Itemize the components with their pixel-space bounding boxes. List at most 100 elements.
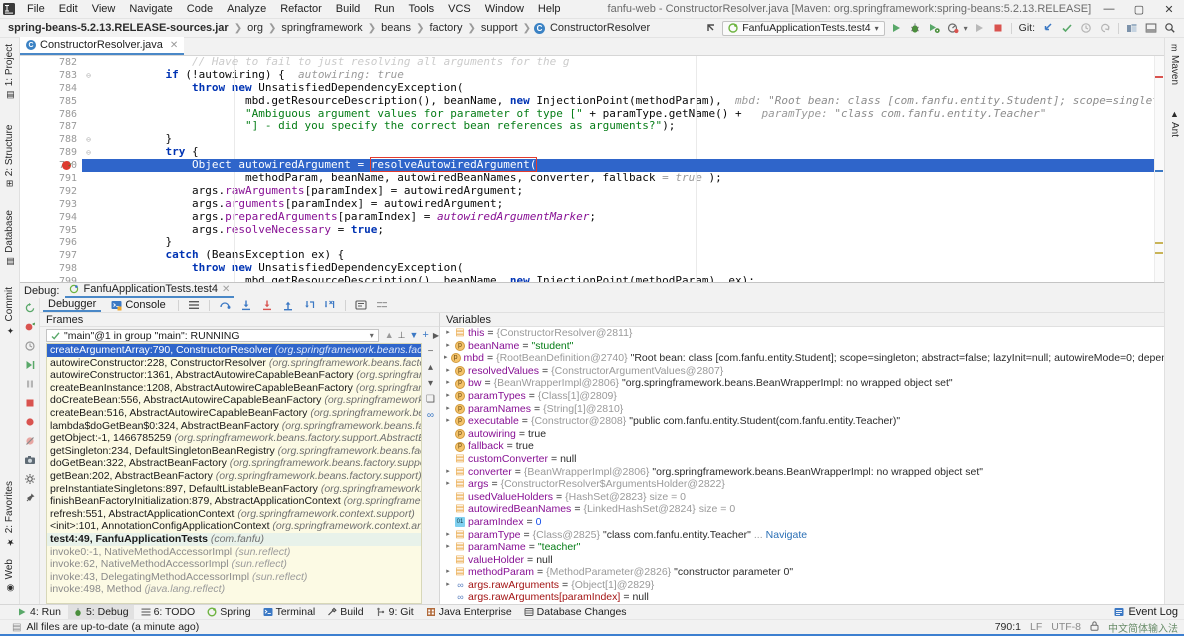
expand-arrow-icon[interactable]: ▸ bbox=[444, 579, 452, 592]
menu-refactor[interactable]: Refactor bbox=[273, 1, 329, 17]
chevron-down-icon[interactable]: ▾ bbox=[875, 24, 879, 33]
stop-icon[interactable] bbox=[22, 395, 38, 411]
expand-arrow-icon[interactable]: ▸ bbox=[444, 327, 452, 340]
bottom-tab-terminal[interactable]: Terminal bbox=[258, 605, 321, 620]
stack-frame[interactable]: invoke:62, NativeMethodAccessorImpl (sun… bbox=[47, 558, 421, 571]
code-line[interactable]: Object autowiredArgument = resolveAutowi… bbox=[82, 157, 1164, 173]
menu-tools[interactable]: Tools bbox=[401, 1, 441, 17]
expand-arrow-icon[interactable]: ▸ bbox=[444, 566, 452, 579]
menu-edit[interactable]: Edit bbox=[52, 1, 85, 17]
variable-row[interactable]: ▸ p paramTypes = {Class[1]@2809} bbox=[440, 390, 1164, 403]
variable-row[interactable]: ▸ p paramNames = {String[1]@2810} bbox=[440, 403, 1164, 416]
menu-analyze[interactable]: Analyze bbox=[220, 1, 273, 17]
breadcrumb-file[interactable]: ConstructorResolver bbox=[548, 22, 652, 34]
step-over-icon[interactable] bbox=[217, 297, 233, 313]
variable-row[interactable]: ▸ ∞ args.rawArguments = {Object[1]@2829} bbox=[440, 579, 1164, 592]
bottom-tab-git[interactable]: 9: Git bbox=[371, 605, 419, 620]
sidebar-item-favorites[interactable]: ★ 2: Favorites bbox=[4, 475, 15, 552]
git-commit-icon[interactable] bbox=[1059, 20, 1075, 36]
tab-debugger[interactable]: Debugger bbox=[43, 298, 102, 312]
variable-row[interactable]: ▤ customConverter = null bbox=[440, 453, 1164, 466]
sidebar-item-ant[interactable]: ▲ Ant bbox=[1169, 103, 1180, 143]
breadcrumb-support[interactable]: support bbox=[479, 22, 520, 34]
stop-button[interactable] bbox=[990, 20, 1006, 36]
stack-frame[interactable]: invoke:43, DelegatingMethodAccessorImpl … bbox=[47, 571, 421, 584]
code-line[interactable]: mbd.getResourceDescription(), beanName, … bbox=[82, 274, 1164, 282]
source-code[interactable]: // Have to fail to just resolving all ar… bbox=[82, 56, 1164, 282]
up-icon[interactable]: ▴ bbox=[428, 362, 433, 373]
chevron-down-icon[interactable]: ▾ bbox=[370, 331, 374, 340]
menu-build[interactable]: Build bbox=[329, 1, 367, 17]
back-arrow-icon[interactable] bbox=[703, 20, 719, 36]
drop-frame-icon[interactable] bbox=[301, 297, 317, 313]
editor-scroll-markers[interactable] bbox=[1154, 56, 1164, 282]
filter-icon[interactable]: ▼ bbox=[409, 330, 418, 340]
stack-frame[interactable]: getObject:-1, 1466785259 (org.springfram… bbox=[47, 432, 421, 445]
stack-frame[interactable]: invoke:498, Method (java.lang.reflect) bbox=[47, 583, 421, 596]
ime-indicator[interactable]: 中文简体输入法 bbox=[1108, 620, 1178, 635]
expand-arrow-icon[interactable]: ▸ bbox=[444, 403, 452, 416]
variable-row[interactable]: ▸ ▤ converter = {BeanWrapperImpl@2806} "org.s… bbox=[440, 466, 1164, 479]
breadcrumb-root[interactable]: spring-beans-5.2.13.RELEASE-sources.jar bbox=[6, 22, 231, 34]
code-line[interactable]: "] - did you specify the correct bean re… bbox=[82, 120, 1164, 133]
menu-vcs[interactable]: VCS bbox=[441, 1, 478, 17]
git-history-icon[interactable] bbox=[1078, 20, 1094, 36]
variable-row[interactable]: ▸ p beanName = "student" bbox=[440, 340, 1164, 353]
variable-row[interactable]: 01 paramIndex = 0 bbox=[440, 516, 1164, 529]
stack-frame[interactable]: invoke0:-1, NativeMethodAccessorImpl (su… bbox=[47, 546, 421, 559]
variables-list[interactable]: ▸ ▤ this = {ConstructorResolver@2811} ▸ p beanN… bbox=[440, 327, 1164, 604]
rerun-icon[interactable] bbox=[22, 300, 38, 316]
variable-row[interactable]: ▸ ▤ this = {ConstructorResolver@2811} bbox=[440, 327, 1164, 340]
editor-tab-constructorresolver[interactable]: C ConstructorResolver.java ✕ bbox=[20, 37, 185, 55]
close-icon[interactable]: ✕ bbox=[170, 40, 178, 51]
git-revert-icon[interactable] bbox=[1097, 20, 1113, 36]
build-project-icon[interactable] bbox=[1124, 20, 1140, 36]
expand-arrow-icon[interactable]: ▸ bbox=[444, 529, 452, 542]
stack-frame[interactable]: autowireConstructor:228, ConstructorReso… bbox=[47, 357, 421, 370]
thread-selector[interactable]: "main"@1 in group "main": RUNNING ▾ bbox=[46, 329, 379, 342]
bottom-tab-todo[interactable]: 6: TODO bbox=[136, 605, 201, 620]
sidebar-item-project[interactable]: ▤ 1: Project bbox=[4, 38, 15, 105]
code-line[interactable]: } bbox=[82, 132, 1164, 146]
sidebar-item-commit[interactable]: ✦ Commit bbox=[4, 281, 15, 340]
stack-up-icon[interactable]: ▲ bbox=[385, 330, 394, 340]
code-area[interactable]: 782783⊖784785786787788⊖789⊖790✓791792793… bbox=[20, 56, 1164, 282]
breadcrumb-factory[interactable]: factory bbox=[427, 22, 464, 34]
step-into-icon[interactable] bbox=[238, 297, 254, 313]
debug-session-tab[interactable]: FanfuApplicationTests.test4 ✕ bbox=[65, 283, 235, 298]
variable-row[interactable]: ▤ usedValueHolders = {HashSet@2823} size = 0 bbox=[440, 491, 1164, 504]
stack-frame[interactable]: createBeanInstance:1208, AbstractAutowir… bbox=[47, 382, 421, 395]
profile-chevron-icon[interactable]: ▾ bbox=[964, 24, 968, 33]
sidebar-item-web[interactable]: ◉ Web bbox=[4, 553, 15, 598]
variable-row[interactable]: p autowiring = true bbox=[440, 428, 1164, 441]
variable-row[interactable]: ▸ ▤ paramName = "teacher" bbox=[440, 541, 1164, 554]
expand-arrow-icon[interactable]: ▸ bbox=[444, 352, 448, 365]
call-stack-list[interactable]: createArgumentArray:790, ConstructorReso… bbox=[46, 343, 422, 604]
menu-file[interactable]: File bbox=[20, 1, 52, 17]
copy-icon[interactable]: ❏ bbox=[426, 394, 435, 405]
breadcrumb-springframework[interactable]: springframework bbox=[279, 22, 364, 34]
minus-icon[interactable]: − bbox=[428, 346, 434, 357]
expand-arrow-icon[interactable]: ▸ bbox=[444, 415, 452, 428]
sidebar-item-maven[interactable]: m Maven bbox=[1169, 38, 1180, 91]
menu-code[interactable]: Code bbox=[180, 1, 220, 17]
settings-icon[interactable] bbox=[22, 471, 38, 487]
menu-window[interactable]: Window bbox=[478, 1, 531, 17]
minimize-button[interactable]: — bbox=[1094, 0, 1124, 19]
step-out-icon[interactable] bbox=[280, 297, 296, 313]
sidebar-item-structure[interactable]: ⊞ 2: Structure bbox=[4, 119, 15, 193]
close-button[interactable]: ✕ bbox=[1154, 0, 1184, 19]
code-line[interactable]: // Have to fail to just resolving all ar… bbox=[82, 56, 1164, 69]
git-update-icon[interactable] bbox=[1040, 20, 1056, 36]
variable-row[interactable]: ▸ ▤ args = {ConstructorResolver$ArgumentsHol… bbox=[440, 478, 1164, 491]
bottom-tab-spring[interactable]: Spring bbox=[202, 605, 255, 620]
resume-icon[interactable] bbox=[22, 357, 38, 373]
stack-frame[interactable]: createBean:516, AbstractAutowireCapableB… bbox=[47, 407, 421, 420]
menu-run[interactable]: Run bbox=[367, 1, 401, 17]
variable-row[interactable]: p fallback = true bbox=[440, 440, 1164, 453]
stack-frame[interactable]: getBean:202, AbstractBeanFactory (org.sp… bbox=[47, 470, 421, 483]
stack-frame[interactable]: doCreateBean:556, AbstractAutowireCapabl… bbox=[47, 394, 421, 407]
file-encoding[interactable]: UTF-8 bbox=[1051, 621, 1081, 633]
expand-arrow-icon[interactable]: ▸ bbox=[444, 377, 452, 390]
profile-button[interactable] bbox=[945, 20, 961, 36]
